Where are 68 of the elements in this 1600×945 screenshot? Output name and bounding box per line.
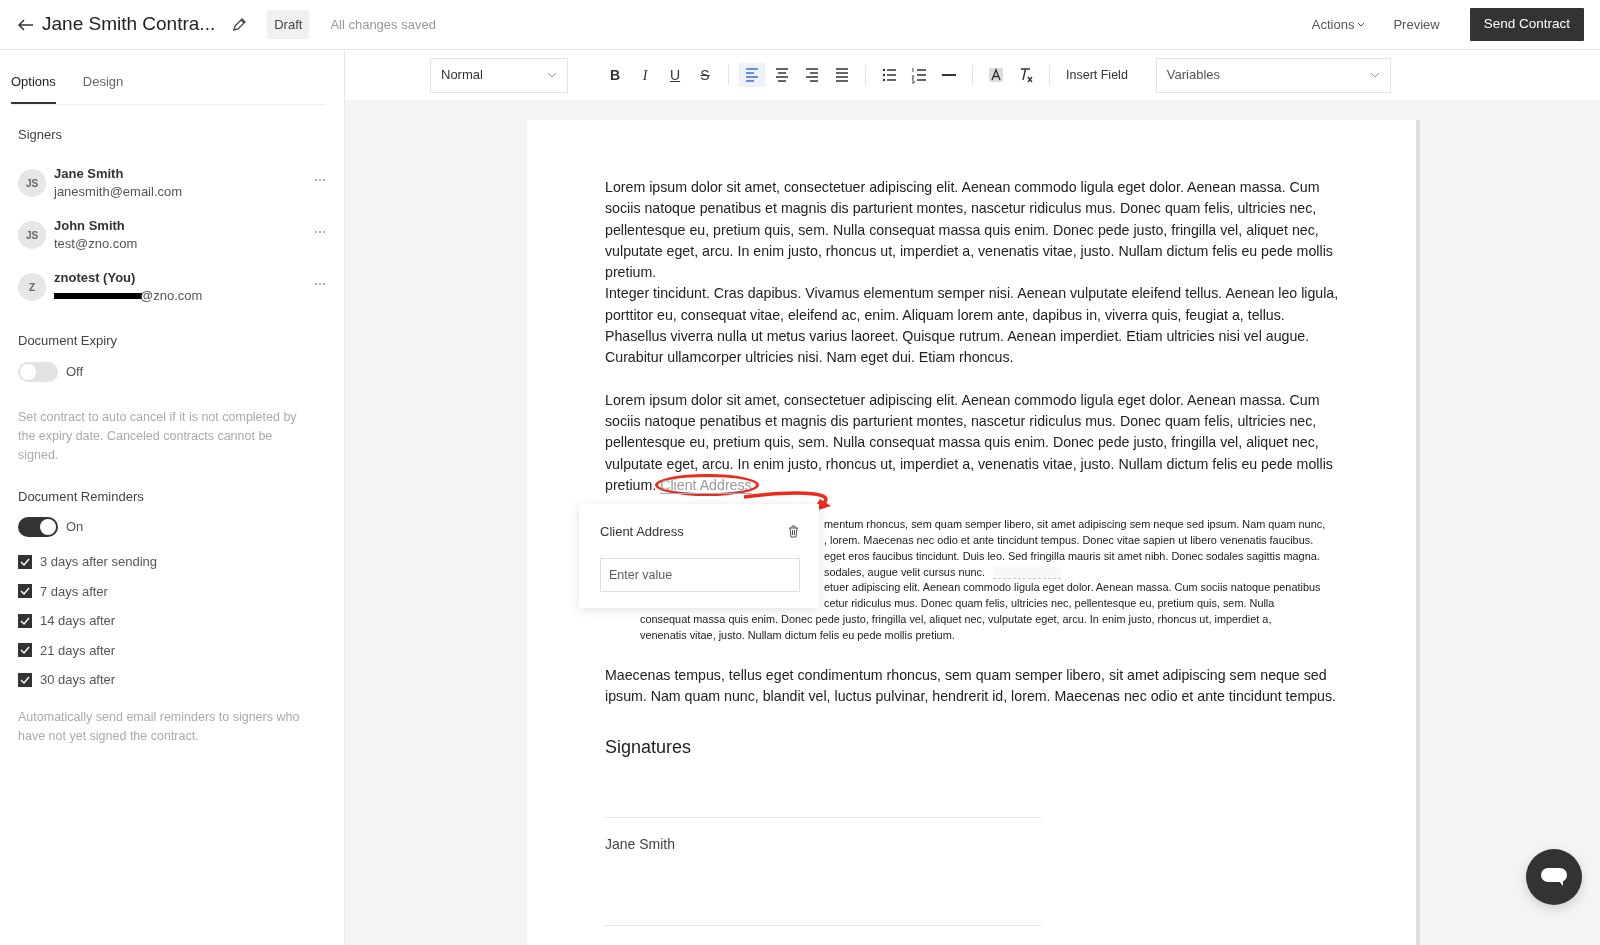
checkmark-icon [20,646,30,655]
preview-link[interactable]: Preview [1393,14,1440,35]
text-line: venenatis vitae, justo. Nullam dictum felis eu pede mollis pretium. [640,628,955,641]
paragraph: Maecenas tempus, tellus eget condimentum rhoncus, sem quam semper libero, sit amet adipiscing sem neque sed ipsum. Nam quam nunc, blandit vel, luctus pulvinar, hendrerit id, lorem. Maecenas nec odio et ante tincidunt tempus. [605,665,1338,706]
reminder-checkbox[interactable]: 21 days after [18,635,326,665]
trash-icon[interactable] [788,525,799,539]
checkmark-icon [20,675,30,684]
signer-name: Jane Smith [605,834,677,854]
format-button[interactable]: I [632,63,658,87]
actions-menu[interactable]: Actions [1311,14,1366,35]
chevron-down-icon [547,72,557,78]
chevron-down-icon [1369,72,1380,78]
text-line: sodales, augue velit cursus nunc. [824,565,986,578]
paragraph: Integer tincidunt. Cras dapibus. Vivamus elementum semper nisi. Aenean vulputate eleifend tellus. Aenean leo ligula, porttitor eu, consequat vitae, eleifend ac, enim. Aliquam lorem ante, dapibus in, viverra quis, feugiat a, tellus. Phasellus viverra nulla ut metus varius laoreet. Quisque rutrum. Aenean imperdiet. Etiam ultricies nisi vel augue. Curabitur ullamcorper ultricies nisi. Nam eget dui. Etiam rhoncus. [605,284,1340,368]
checkmark-icon [20,557,30,566]
text-line: consequat massa quis enim. Donec pede justo, fringilla vel, aliquet nec, vulputate eget, arcu. In enim justo, rhoncus ut, imperdiet a, [640,612,1272,625]
document-title: Jane Smith Contra... [42,12,216,37]
input-field[interactable]: Enter value [600,557,800,592]
style-dropdown[interactable]: Normal [430,57,568,93]
format-button[interactable]: B [602,63,628,87]
send-contract-button[interactable]: Send Contract [1469,8,1584,41]
text-line: etuer adipiscing elit. Aenean commodo ligula eget dolor. Aenean massa. Cum sociis natoque penatibus [824,581,1321,594]
help-text: Automatically send email reminders to signers who have not yet signed the contract. [18,708,301,745]
paragraph: Lorem ipsum dolor sit amet, consectetuer adipiscing elit. Aenean commodo ligula eget dolor. Aenean massa. Cum sociis natoque penatibus et magnis dis parturient montes, nascetur ridiculus mus. Donec quam felis, ultricies nec, pellentesque eu, pretium quis, sem. Nulla consequat massa quis enim. Donec pede justo, fringilla vel, aliquet nec, vulputate eget, arcu. In enim justo, rhoncus ut, imperdiet a, venenatis vitae, justo. Nullam dictum felis eu pede mollis pretium. Client Address [605,389,1340,497]
toggle-switch[interactable] [18,361,58,382]
avatar: JS [18,221,46,249]
signer-email: test@zno.com [54,235,138,253]
format-button[interactable]: S [692,63,718,87]
insert-field-button[interactable]: Insert Field [1060,64,1134,86]
reminder-checkbox[interactable]: 3 days after sending [18,547,326,577]
popup-title: Client Address [600,523,684,542]
avatar: JS [18,169,46,197]
format-button[interactable]: U [662,63,688,87]
signer-email: @zno.com [140,287,203,305]
sidebar-tab[interactable]: Design [82,50,124,104]
toggle-label: On [66,518,84,537]
checkmark-icon [20,587,30,596]
text-line: , lorem. Maecenas nec odio et ante tincidunt tempus. Donec vitae sapien ut libero venenatis faucibus. [824,533,1314,546]
section-heading: Signatures [605,737,693,759]
signer-name: John Smith [54,217,126,235]
reminder-checkbox[interactable]: 7 days after [18,576,326,606]
save-status: All changes saved [330,15,436,34]
section-heading: Document Expiry [18,332,118,350]
signer-name: Jane Smith [54,165,125,183]
variables-dropdown[interactable]: Variables [1155,57,1391,93]
text-line: cetur ridiculus mus. Donec quam felis, ultricies nec, pellentesque eu, pretium quis, sem. Nulla [824,597,1275,610]
status-badge: Draft [267,9,310,40]
align-left-icon[interactable] [739,63,765,87]
avatar: Z [18,273,46,301]
section-heading: Signers [18,125,64,144]
chat-bubble-icon [1540,866,1568,888]
caret-icon [1357,21,1366,28]
back-arrow-icon[interactable] [18,18,34,31]
text-line: eget eros faucibus tincidunt. Duis leo. Sed fringilla mauris sit amet nibh. Donec sodales sagittis magna. [824,549,1320,562]
pencil-icon[interactable] [231,16,248,33]
checkmark-icon [20,616,30,625]
reminder-checkbox[interactable]: 14 days after [18,606,326,636]
help-text: Set contract to auto cancel if it is not completed by the expiry date. Canceled contracts cannot be signed. [18,408,298,464]
text-line: mentum rhoncus, sem quam semper libero, sit amet adipiscing sem neque sed ipsum. Nam quam nunc, [824,518,1326,531]
paragraph: Lorem ipsum dolor sit amet, consectetuer adipiscing elit. Aenean commodo ligula eget dolor. Aenean massa. Cum sociis natoque penatibus et magnis dis parturient montes, nascetur ridiculus mus. Donec quam felis, ultricies nec, pellentesque eu, pretium quis, sem. Nulla consequat massa quis enim. Donec pede justo, fringilla vel, aliquet nec, vulputate eget, arcu. In enim justo, rhoncus ut, imperdiet a, venenatis vitae, justo. Nullam dictum felis eu pede mollis pretium. [605,178,1334,283]
toggle-switch[interactable] [18,517,58,537]
signer-email: janesmith@email.com [54,183,183,201]
empty-field-token[interactable] [993,566,1062,579]
section-heading: Document Reminders [18,487,145,506]
sidebar-tab[interactable]: Options [11,50,56,104]
reminder-checkbox[interactable]: 30 days after [18,665,326,695]
signer-name: znotest (You) [54,269,137,287]
toggle-label: Off [66,362,84,381]
